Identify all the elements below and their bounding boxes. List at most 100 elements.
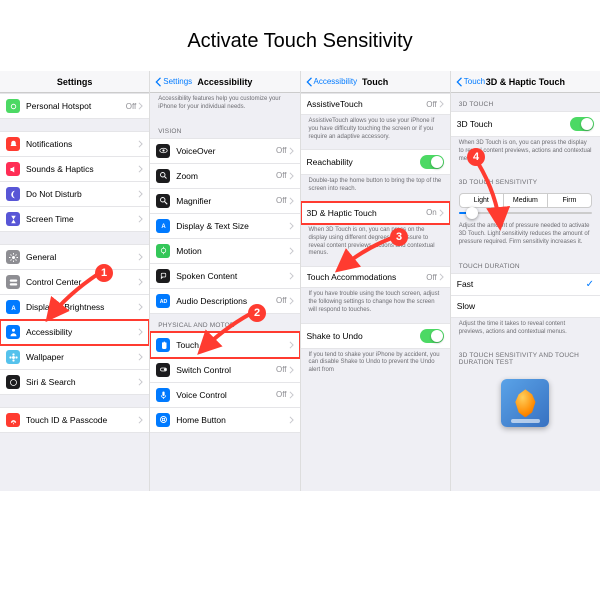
label: Touch <box>176 340 288 350</box>
row-screen-time[interactable]: Screen Time <box>0 207 149 232</box>
label: Do Not Disturb <box>26 189 138 199</box>
row-assistivetouch[interactable]: AssistiveTouch Off <box>301 93 450 115</box>
section-label: PHYSICAL AND MOTOR <box>150 314 299 332</box>
header: Accessibility Touch <box>301 71 450 93</box>
svg-text:AD: AD <box>159 299 167 305</box>
flower-icon <box>6 350 20 364</box>
toggle[interactable] <box>420 329 444 343</box>
back-label: Touch <box>464 77 485 86</box>
back-label: Accessibility <box>314 77 358 86</box>
row-audio-descriptions[interactable]: ADAudio DescriptionsOff <box>150 289 299 314</box>
row-wallpaper[interactable]: Wallpaper <box>0 345 149 370</box>
description: If you have trouble using the touch scre… <box>301 288 450 322</box>
row-fast[interactable]: Fast ✓ <box>451 273 600 296</box>
label: Screen Time <box>26 214 138 224</box>
chevron-right-icon <box>138 278 143 286</box>
gear-icon <box>6 250 20 264</box>
section-label: VISION <box>150 120 299 138</box>
chevron-right-icon <box>289 297 294 305</box>
row-touch-accommodations[interactable]: Touch Accommodations Off <box>301 266 450 288</box>
toggle[interactable] <box>420 155 444 169</box>
motion-icon <box>156 244 170 258</box>
pane-settings: Settings Personal HotspotOff Notification… <box>0 71 150 491</box>
label: Motion <box>176 246 288 256</box>
chevron-right-icon <box>138 303 143 311</box>
sensitivity-segmented[interactable]: Light Medium Firm <box>459 193 592 208</box>
row-motion[interactable]: Motion <box>150 239 299 264</box>
row-zoom[interactable]: ZoomOff <box>150 164 299 189</box>
chevron-right-icon <box>138 102 143 110</box>
row-personal-hotspot[interactable]: Personal HotspotOff <box>0 93 149 119</box>
label: 3D Touch <box>457 119 570 129</box>
intro-text: Accessibility features help you customiz… <box>150 93 299 120</box>
back-button[interactable]: Settings <box>154 77 192 87</box>
seg-firm[interactable]: Firm <box>548 194 591 207</box>
label: Control Center <box>26 277 138 287</box>
row-do-not-disturb[interactable]: Do Not Disturb <box>0 182 149 207</box>
svg-text:A: A <box>11 305 16 311</box>
label: Spoken Content <box>176 271 288 281</box>
header: Touch 3D & Haptic Touch <box>451 71 600 93</box>
label: Reachability <box>307 157 420 167</box>
back-button[interactable]: Touch <box>455 77 485 87</box>
row-reachability[interactable]: Reachability <box>301 149 450 175</box>
step-badge-3: 3 <box>390 228 408 246</box>
row-home-button[interactable]: Home Button <box>150 408 299 433</box>
label: Touch Accommodations <box>307 272 427 282</box>
chevron-right-icon <box>289 416 294 424</box>
row-touch[interactable]: Touch <box>150 332 299 358</box>
chevron-right-icon <box>138 378 143 386</box>
toggle[interactable] <box>570 117 594 131</box>
panes: Settings Personal HotspotOff Notification… <box>0 71 600 491</box>
row-voice-control[interactable]: Voice ControlOff <box>150 383 299 408</box>
row-magnifier[interactable]: MagnifierOff <box>150 189 299 214</box>
sensitivity-slider[interactable] <box>459 212 592 214</box>
chevron-right-icon <box>439 100 444 108</box>
row-display-brightness[interactable]: ADisplay & Brightness <box>0 295 149 320</box>
label: Zoom <box>176 171 276 181</box>
row-spoken-content[interactable]: Spoken Content <box>150 264 299 289</box>
row-switch-control[interactable]: Switch ControlOff <box>150 358 299 383</box>
chevron-right-icon <box>138 253 143 261</box>
preview-image[interactable] <box>501 379 549 427</box>
chevron-right-icon <box>138 190 143 198</box>
row-general[interactable]: General <box>0 244 149 270</box>
label: Touch ID & Passcode <box>26 415 138 425</box>
row-3d-haptic-touch[interactable]: 3D & Haptic Touch On <box>301 202 450 224</box>
person-icon <box>6 325 20 339</box>
seg-light[interactable]: Light <box>460 194 504 207</box>
chevron-right-icon <box>138 328 143 336</box>
back-button[interactable]: Accessibility <box>305 77 358 87</box>
moon-icon <box>6 187 20 201</box>
section-label: TOUCH DURATION <box>451 255 600 273</box>
eye-icon <box>156 144 170 158</box>
row-touch-id-passcode[interactable]: Touch ID & Passcode <box>0 407 149 433</box>
pane-accessibility: Settings Accessibility Accessibility fea… <box>150 71 300 491</box>
label: Shake to Undo <box>307 331 420 341</box>
row-3d-touch[interactable]: 3D Touch <box>451 111 600 137</box>
bell-icon <box>6 137 20 151</box>
description: When 3D Touch is on, you can press on th… <box>301 224 450 266</box>
back-label: Settings <box>163 77 192 86</box>
label: 3D & Haptic Touch <box>307 208 427 218</box>
mic-icon <box>156 388 170 402</box>
row-slow[interactable]: Slow <box>451 296 600 318</box>
row-siri-search[interactable]: Siri & Search <box>0 370 149 395</box>
label: Display & Text Size <box>176 221 288 231</box>
row-display-text-size[interactable]: A Display & Text Size <box>150 214 299 239</box>
description: Double-tap the home button to bring the … <box>301 175 450 202</box>
seg-medium[interactable]: Medium <box>504 194 548 207</box>
chevron-right-icon <box>289 172 294 180</box>
pane-3d-haptic: Touch 3D & Haptic Touch 3D TOUCH 3D Touc… <box>451 71 600 491</box>
row-accessibility[interactable]: Accessibility <box>0 320 149 345</box>
header: Settings <box>0 71 149 93</box>
row-shake-to-undo[interactable]: Shake to Undo <box>301 323 450 349</box>
row-sounds-haptics[interactable]: Sounds & Haptics <box>0 157 149 182</box>
row-control-center[interactable]: Control Center <box>0 270 149 295</box>
row-notifications[interactable]: Notifications <box>0 131 149 157</box>
chevron-right-icon <box>138 215 143 223</box>
row-voiceover[interactable]: VoiceOverOff <box>150 138 299 164</box>
aa-icon: A <box>156 219 170 233</box>
value: Off <box>276 390 287 399</box>
chevron-right-icon <box>439 273 444 281</box>
